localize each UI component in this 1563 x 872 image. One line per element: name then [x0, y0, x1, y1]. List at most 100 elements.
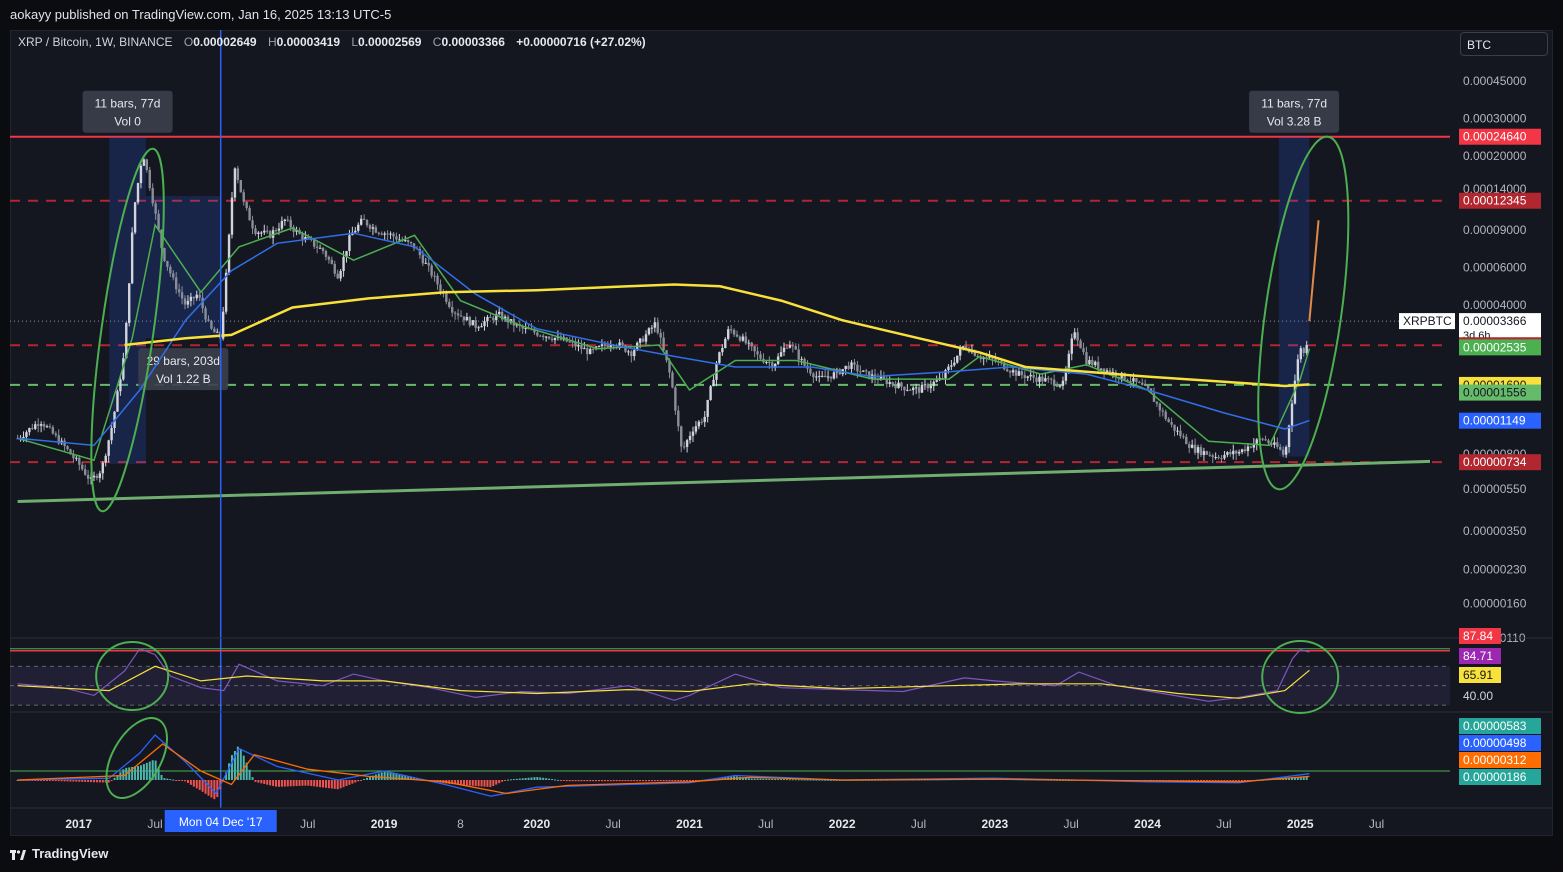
- candle-body-44: [145, 159, 149, 170]
- macd-bar-59: [189, 780, 192, 785]
- high-value: 0.00003419: [276, 35, 341, 49]
- macd-bar-173: [524, 778, 527, 780]
- macd-bar-255: [765, 778, 768, 780]
- candle-body-32: [110, 427, 113, 441]
- candle-body-425: [1264, 439, 1267, 441]
- macd-bar-16: [63, 780, 66, 782]
- macd-bar-206: [621, 780, 624, 782]
- candle-body-23: [83, 469, 87, 475]
- symbol-label: XRP / Bitcoin, 1W, BINANCE: [18, 35, 173, 49]
- macd-bar-106: [327, 780, 330, 789]
- macd-bar-99: [307, 780, 310, 786]
- macd-bar-84: [263, 780, 266, 785]
- candle-body-343: [1023, 375, 1026, 378]
- x-tick-4: 8: [457, 817, 464, 831]
- high-key: H: [267, 35, 277, 49]
- macd-bar-116: [357, 780, 360, 782]
- candle-body-128: [392, 233, 395, 237]
- candle-body-416: [1237, 451, 1241, 454]
- candle-body-164: [497, 311, 501, 315]
- candle-body-272: [815, 376, 818, 378]
- candle-body-263: [788, 345, 792, 348]
- macd-bar-62: [198, 780, 201, 790]
- candle-body-307: [917, 387, 921, 393]
- candle-body-398: [1185, 436, 1188, 445]
- macd-bar-24: [87, 780, 90, 783]
- candle-body-289: [865, 370, 868, 372]
- macd-bar-224: [674, 780, 677, 782]
- currency-button[interactable]: BTC: [1460, 32, 1548, 56]
- candle-body-227: [682, 446, 686, 448]
- candle-body-53: [172, 273, 175, 278]
- macd-bar-153: [465, 780, 468, 786]
- candle-body-207: [624, 345, 627, 352]
- candle-body-47: [154, 203, 157, 214]
- macd-bar-208: [627, 780, 630, 782]
- macd-bar-267: [800, 779, 803, 781]
- candle-body-267: [800, 358, 803, 360]
- y-tick-1: 0.00045000: [1463, 74, 1527, 88]
- rsi-label-0: 87.84: [1463, 629, 1493, 643]
- candle-body-188: [568, 341, 571, 343]
- macd-bar-167: [506, 779, 509, 781]
- candle-body-78: [245, 201, 248, 209]
- macd-bar-214: [645, 780, 648, 782]
- macd-bar-199: [600, 780, 603, 782]
- range-label-vol-1: Vol 1.22 B: [156, 372, 211, 386]
- macd-bar-188: [568, 780, 571, 782]
- tradingview-brand[interactable]: TradingView: [10, 846, 108, 861]
- candle-body-219: [659, 332, 662, 338]
- candle-body-142: [433, 275, 436, 277]
- projection-line: [1308, 220, 1320, 322]
- macd-bar-160: [486, 780, 489, 787]
- range-label-bars-2: 11 bars, 77d: [1261, 97, 1327, 111]
- candle-body-91: [283, 219, 287, 222]
- macd-bar-76: [239, 748, 242, 780]
- candle-body-9: [42, 424, 46, 427]
- candle-body-428: [1273, 442, 1276, 445]
- macd-bar-52: [169, 779, 172, 781]
- candle-body-35: [119, 379, 122, 392]
- macd-bar-14: [57, 780, 60, 782]
- macd-bar-186: [562, 780, 565, 781]
- macd-bar-156: [474, 780, 477, 787]
- candle-body-61: [195, 294, 198, 299]
- price-chart[interactable]: 11 bars, 77d Vol 0 29 bars, 203d Vol 1.22 B…: [10, 30, 1553, 836]
- candle-body-180: [544, 336, 548, 338]
- candle-body-436: [1296, 359, 1300, 381]
- open-key: O: [183, 35, 194, 49]
- candle-body-195: [589, 348, 592, 355]
- candle-body-150: [456, 313, 460, 316]
- candle-body-300: [897, 382, 900, 389]
- candle-body-121: [371, 227, 375, 229]
- macd-bar-259: [777, 778, 780, 780]
- candle-body-58: [186, 300, 190, 305]
- macd-bar-190: [574, 780, 577, 782]
- macd-bar-19: [72, 780, 75, 782]
- candle-body-286: [856, 364, 859, 372]
- candle-body-437: [1299, 348, 1303, 360]
- macd-bar-42: [139, 765, 142, 780]
- brand-name: TradingView: [32, 846, 109, 861]
- candle-body-216: [650, 327, 654, 329]
- candle-body-30: [104, 455, 107, 463]
- candle-body-306: [914, 387, 918, 389]
- x-tick-8: Jul: [758, 817, 773, 831]
- macd-bar-127: [389, 772, 392, 780]
- macd-bar-256: [768, 778, 771, 780]
- candle-body-317: [947, 366, 950, 371]
- macd-bar-33: [113, 777, 116, 780]
- y-tick-13: 0.00000160: [1463, 596, 1527, 610]
- macd-bar-414: [1232, 780, 1235, 782]
- candle-body-127: [389, 233, 392, 235]
- candle-body-89: [277, 228, 281, 231]
- open-value: 0.00002649: [193, 35, 257, 49]
- macd-bar-162: [492, 780, 495, 786]
- candle-body-401: [1193, 444, 1197, 453]
- macd-bar-176: [533, 777, 536, 780]
- candle-body-120: [368, 225, 372, 229]
- candle-body-124: [380, 233, 383, 235]
- candle-body-397: [1182, 436, 1185, 438]
- x-tick-12: Jul: [1064, 817, 1079, 831]
- macd-bar-201: [606, 780, 609, 782]
